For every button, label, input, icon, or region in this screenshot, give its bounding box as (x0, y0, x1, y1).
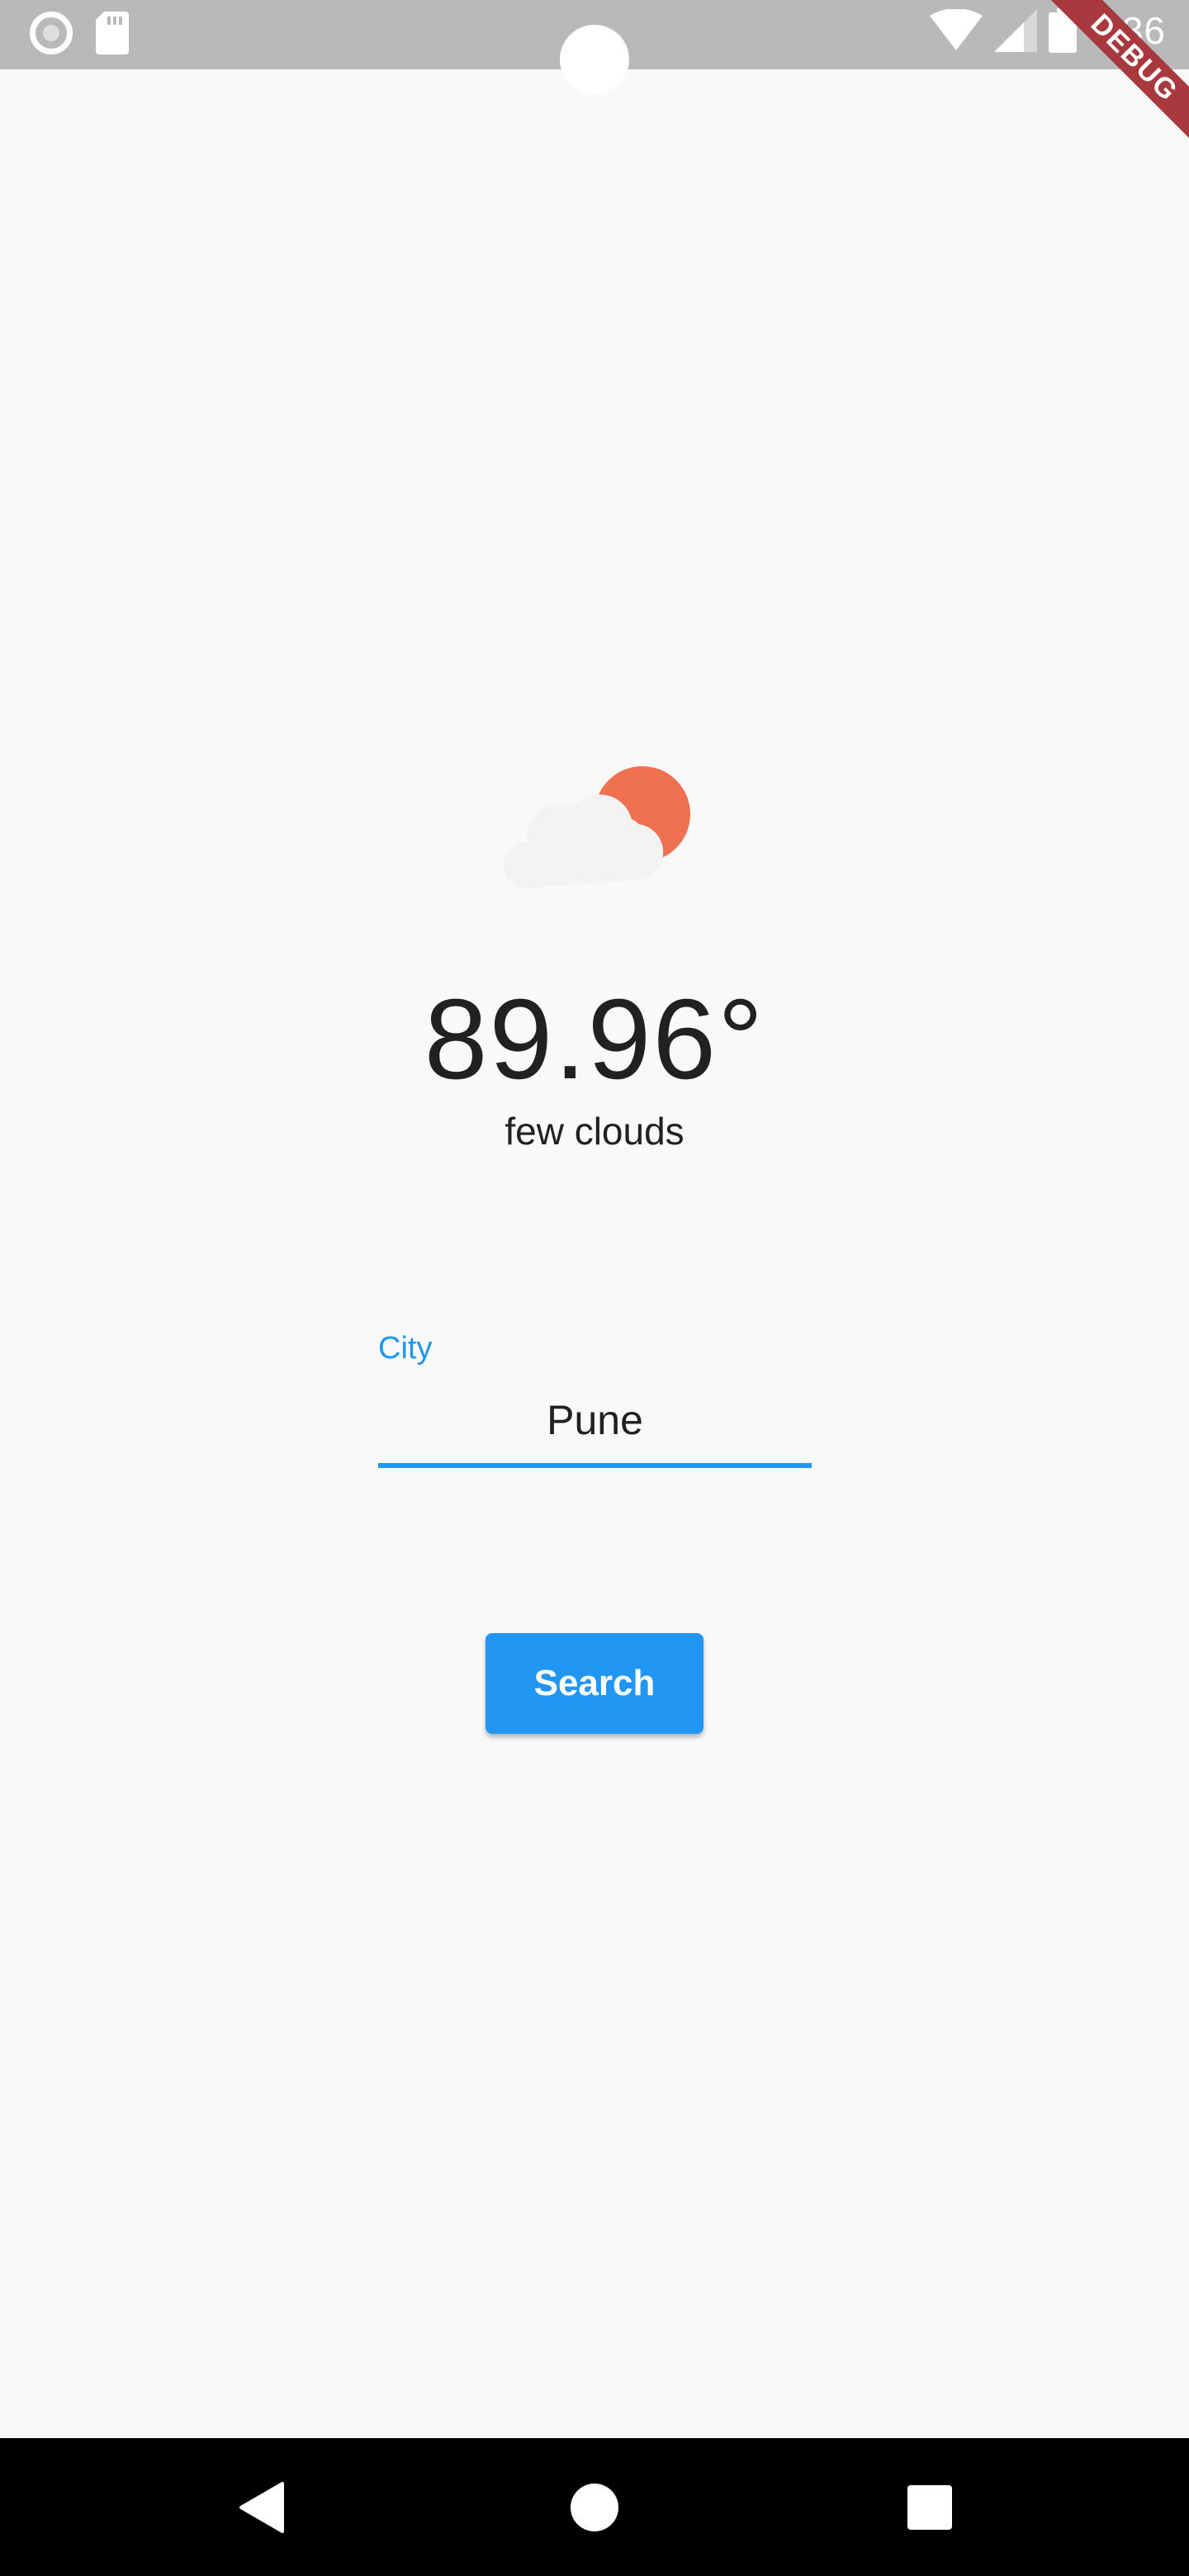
sd-card-icon (96, 12, 129, 54)
nav-home-button[interactable] (528, 2438, 661, 2576)
camera-cutout (560, 25, 629, 94)
city-label: City (378, 1331, 433, 1366)
home-icon (571, 2483, 618, 2531)
signal-icon (994, 9, 1038, 52)
status-right-icons: 4:36 (930, 8, 1166, 53)
weather-description: few clouds (504, 1110, 685, 1153)
status-time: 4:36 (1088, 9, 1166, 52)
few-clouds-icon (504, 766, 690, 888)
record-icon (30, 12, 73, 54)
city-field[interactable]: City (378, 1321, 812, 1471)
recents-icon (907, 2484, 952, 2530)
back-icon (239, 2481, 284, 2533)
search-button[interactable]: Search (486, 1633, 703, 1734)
temperature-value: 89.96° (424, 976, 765, 1103)
nav-back-button[interactable] (195, 2438, 327, 2576)
city-field-underline (378, 1463, 812, 1468)
battery-icon (1049, 8, 1078, 53)
wifi-icon (930, 9, 983, 50)
status-left-icons (30, 12, 129, 54)
navigation-bar (0, 2438, 1189, 2576)
app-screen: 4:36 DEBUG 89.96° few clouds City Search (0, 0, 1189, 2576)
nav-recents-button[interactable] (864, 2438, 996, 2576)
city-input[interactable] (378, 1379, 812, 1461)
